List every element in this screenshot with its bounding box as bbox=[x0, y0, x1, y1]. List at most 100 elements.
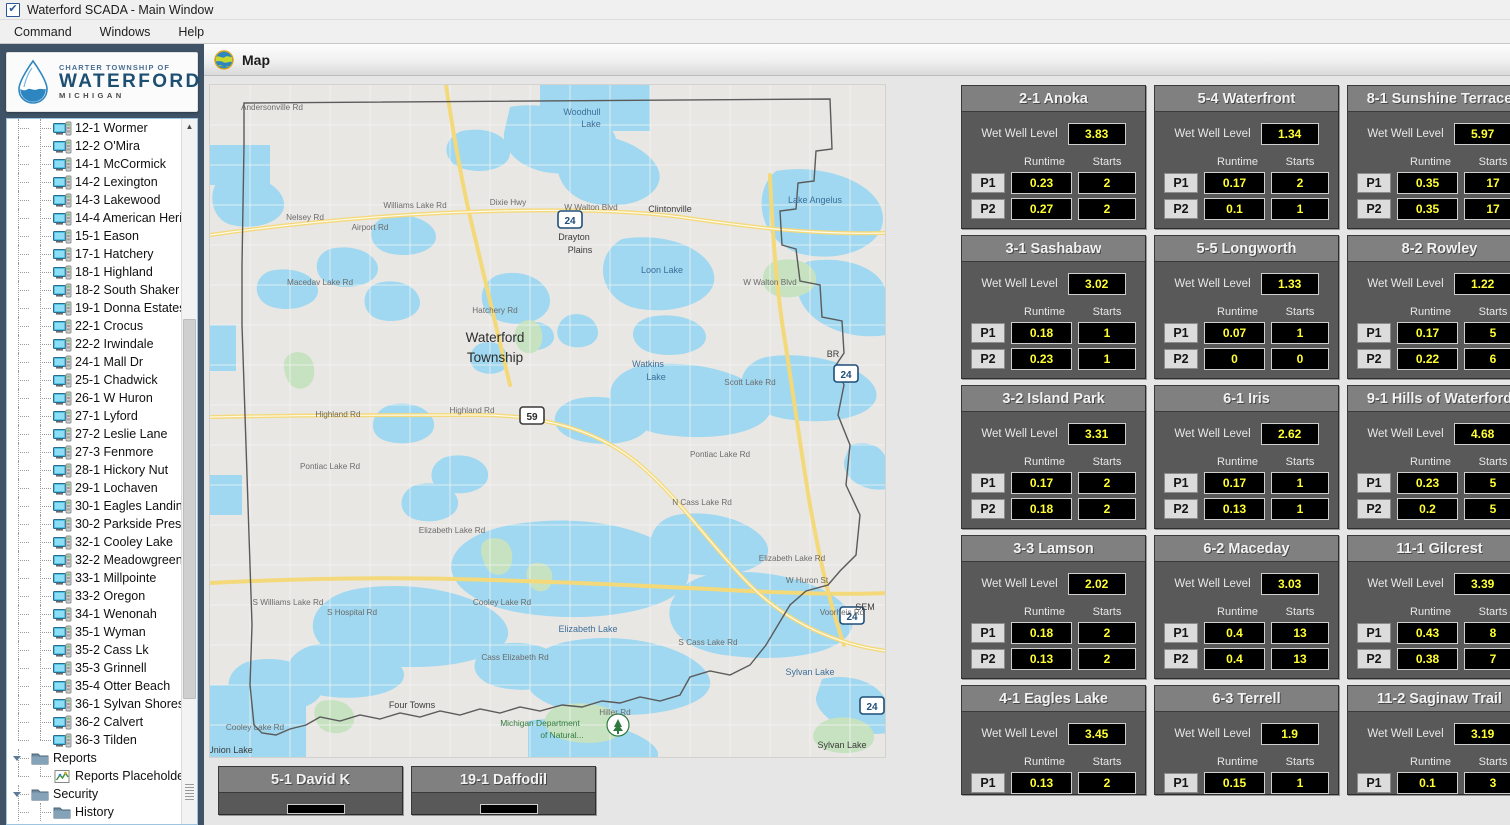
pump-2-button[interactable]: P2 bbox=[1164, 648, 1198, 670]
tree-item-26-1-w-huron[interactable]: 26-1 W Huron bbox=[7, 389, 181, 407]
chevron-down-icon[interactable] bbox=[13, 792, 21, 797]
tree-expander-cell[interactable] bbox=[9, 785, 31, 803]
menu-help[interactable]: Help bbox=[164, 22, 218, 42]
scroll-grip[interactable] bbox=[185, 784, 194, 802]
station-panel[interactable]: 9-1 Hills of Waterford Wet Well Level 4.68… bbox=[1347, 385, 1510, 529]
pump-1-button[interactable]: P1 bbox=[1357, 322, 1391, 344]
tree-item-27-1-lyford[interactable]: 27-1 Lyford bbox=[7, 407, 181, 425]
tree-item-25-1-chadwick[interactable]: 25-1 Chadwick bbox=[7, 371, 181, 389]
tree-item-34-1-wenonah[interactable]: 34-1 Wenonah bbox=[7, 605, 181, 623]
pump-1-button[interactable]: P1 bbox=[1164, 172, 1198, 194]
tree-item-18-2-south-shaker[interactable]: 18-2 South Shaker bbox=[7, 281, 181, 299]
pump-1-button[interactable]: P1 bbox=[971, 622, 1005, 644]
tabbar: Map bbox=[204, 44, 1510, 76]
pump-2-button[interactable]: P2 bbox=[1357, 498, 1391, 520]
station-panel[interactable]: 6-1 Iris Wet Well Level 2.62 Runtime Starts P… bbox=[1154, 385, 1339, 529]
tree-item-security[interactable]: Security bbox=[7, 785, 181, 803]
tree-item-reports[interactable]: Reports bbox=[7, 749, 181, 767]
scroll-up-icon[interactable]: ▲ bbox=[182, 119, 197, 134]
tree-item-14-1-mccormick[interactable]: 14-1 McCormick bbox=[7, 155, 181, 173]
station-panel[interactable]: 5-5 Longworth Wet Well Level 1.33 Runtime St… bbox=[1154, 235, 1339, 379]
tree-item-30-1-eagles-landing[interactable]: 30-1 Eagles Landing bbox=[7, 497, 181, 515]
tree-item-15-1-eason[interactable]: 15-1 Eason bbox=[7, 227, 181, 245]
tree-item-33-2-oregon[interactable]: 33-2 Oregon bbox=[7, 587, 181, 605]
pump-2-button[interactable]: P2 bbox=[1164, 498, 1198, 520]
tree-item-22-1-crocus[interactable]: 22-1 Crocus bbox=[7, 317, 181, 335]
tree-item-35-1-wyman[interactable]: 35-1 Wyman bbox=[7, 623, 181, 641]
pump-2-button[interactable]: P2 bbox=[971, 348, 1005, 370]
pump-1-button[interactable]: P1 bbox=[1164, 322, 1198, 344]
pump-2-button[interactable]: P2 bbox=[1164, 198, 1198, 220]
tree-item-history[interactable]: History bbox=[7, 803, 181, 821]
menu-command[interactable]: Command bbox=[0, 22, 86, 42]
pump-1-button[interactable]: P1 bbox=[1357, 172, 1391, 194]
pump-2-button[interactable]: P2 bbox=[971, 198, 1005, 220]
station-panel[interactable]: 3-2 Island Park Wet Well Level 3.31 Runtime… bbox=[961, 385, 1146, 529]
pump-1-button[interactable]: P1 bbox=[1357, 472, 1391, 494]
scroll-thumb[interactable] bbox=[183, 319, 196, 699]
map-view[interactable]: 24 59 24 24 24 Woodhull Lake Lake Angelu… bbox=[209, 84, 886, 758]
station-panel[interactable]: 4-1 Eagles Lake Wet Well Level 3.45 Runtime… bbox=[961, 685, 1146, 795]
pump-1-button[interactable]: P1 bbox=[971, 322, 1005, 344]
tree-item-24-1-mall-dr[interactable]: 24-1 Mall Dr bbox=[7, 353, 181, 371]
station-panel[interactable]: 6-3 Terrell Wet Well Level 1.9 Runtime Start… bbox=[1154, 685, 1339, 795]
pump-2-starts: 17 bbox=[1464, 198, 1510, 220]
pump-2-button[interactable]: P2 bbox=[1357, 198, 1391, 220]
tree-item-19-1-donna-estates[interactable]: 19-1 Donna Estates bbox=[7, 299, 181, 317]
station-panel[interactable]: 3-3 Lamson Wet Well Level 2.02 Runtime Start… bbox=[961, 535, 1146, 679]
pump-2-button[interactable]: P2 bbox=[971, 498, 1005, 520]
tree-item-29-1-lochaven[interactable]: 29-1 Lochaven bbox=[7, 479, 181, 497]
tree-item-30-2-parkside-preserv[interactable]: 30-2 Parkside Preserv bbox=[7, 515, 181, 533]
tree-item-12-2-o-mira[interactable]: 12-2 O'Mira bbox=[7, 137, 181, 155]
tab-map[interactable]: Map bbox=[214, 49, 270, 70]
pump-2-button[interactable]: P2 bbox=[1357, 348, 1391, 370]
pump-1-button[interactable]: P1 bbox=[971, 772, 1005, 794]
pump-2-button[interactable]: P2 bbox=[1357, 648, 1391, 670]
tree-item-36-2-calvert[interactable]: 36-2 Calvert bbox=[7, 713, 181, 731]
tree-item-14-3-lakewood[interactable]: 14-3 Lakewood bbox=[7, 191, 181, 209]
tree-item-33-1-millpointe[interactable]: 33-1 Millpointe bbox=[7, 569, 181, 587]
tree-item-14-4-american-heritag[interactable]: 14-4 American Heritag bbox=[7, 209, 181, 227]
station-panel[interactable]: 3-1 Sashabaw Wet Well Level 3.02 Runtime Sta… bbox=[961, 235, 1146, 379]
tree-item-14-2-lexington[interactable]: 14-2 Lexington bbox=[7, 173, 181, 191]
station-panel[interactable]: 5-1 David K bbox=[218, 766, 403, 815]
pump-1-button[interactable]: P1 bbox=[1164, 772, 1198, 794]
tree-item-36-3-tilden[interactable]: 36-3 Tilden bbox=[7, 731, 181, 749]
pump-1-button[interactable]: P1 bbox=[1164, 622, 1198, 644]
pump-2-button[interactable]: P2 bbox=[1164, 348, 1198, 370]
pump-2-button[interactable]: P2 bbox=[971, 648, 1005, 670]
tree-item-27-2-leslie-lane[interactable]: 27-2 Leslie Lane bbox=[7, 425, 181, 443]
tree-item-36-1-sylvan-shores[interactable]: 36-1 Sylvan Shores bbox=[7, 695, 181, 713]
pump-1-button[interactable]: P1 bbox=[1357, 622, 1391, 644]
pump-1-button[interactable]: P1 bbox=[971, 172, 1005, 194]
station-panel[interactable]: 19-1 Daffodil bbox=[411, 766, 596, 815]
tree-item-35-2-cass-lk[interactable]: 35-2 Cass Lk bbox=[7, 641, 181, 659]
tree-item-32-2-meadowgreene[interactable]: 32-2 Meadowgreene bbox=[7, 551, 181, 569]
station-panel[interactable]: 11-2 Saginaw Trail Wet Well Level 3.19 Runt… bbox=[1347, 685, 1510, 795]
pump-1-button[interactable]: P1 bbox=[971, 472, 1005, 494]
tree-item-12-1-wormer[interactable]: 12-1 Wormer bbox=[7, 119, 181, 137]
tree-item-28-1-hickory-nut[interactable]: 28-1 Hickory Nut bbox=[7, 461, 181, 479]
station-panel[interactable]: 6-2 Maceday Wet Well Level 3.03 Runtime Star… bbox=[1154, 535, 1339, 679]
station-panel[interactable]: 8-2 Rowley Wet Well Level 1.22 Runtime Start… bbox=[1347, 235, 1510, 379]
tree-item-18-1-highland[interactable]: 18-1 Highland bbox=[7, 263, 181, 281]
station-panel[interactable]: 2-1 Anoka Wet Well Level 3.83 Runtime Starts… bbox=[961, 85, 1146, 229]
tree-item-35-4-otter-beach[interactable]: 35-4 Otter Beach bbox=[7, 677, 181, 695]
tree-item-27-3-fenmore[interactable]: 27-3 Fenmore bbox=[7, 443, 181, 461]
station-pc-icon bbox=[53, 625, 72, 640]
tree-item-reports-placeholder[interactable]: Reports Placeholder bbox=[7, 767, 181, 785]
tree-scrollbar[interactable]: ▲ bbox=[181, 119, 197, 824]
chevron-down-icon[interactable] bbox=[13, 756, 21, 761]
station-panel[interactable]: 11-1 Gilcrest Wet Well Level 3.39 Runtime St… bbox=[1347, 535, 1510, 679]
tree-item-32-1-cooley-lake[interactable]: 32-1 Cooley Lake bbox=[7, 533, 181, 551]
navigation-tree[interactable]: 12-1 Wormer 12-2 O'Mira 14-1 McCormick 14-2… bbox=[7, 119, 181, 824]
tree-expander-cell[interactable] bbox=[9, 749, 31, 767]
pump-1-button[interactable]: P1 bbox=[1164, 472, 1198, 494]
tree-item-17-1-hatchery[interactable]: 17-1 Hatchery bbox=[7, 245, 181, 263]
menu-windows[interactable]: Windows bbox=[86, 22, 165, 42]
tree-item-22-2-irwindale[interactable]: 22-2 Irwindale bbox=[7, 335, 181, 353]
tree-item-35-3-grinnell[interactable]: 35-3 Grinnell bbox=[7, 659, 181, 677]
station-panel[interactable]: 5-4 Waterfront Wet Well Level 1.34 Runtime S… bbox=[1154, 85, 1339, 229]
pump-1-button[interactable]: P1 bbox=[1357, 772, 1391, 794]
station-panel[interactable]: 8-1 Sunshine Terrace Wet Well Level 5.97 Ru… bbox=[1347, 85, 1510, 229]
